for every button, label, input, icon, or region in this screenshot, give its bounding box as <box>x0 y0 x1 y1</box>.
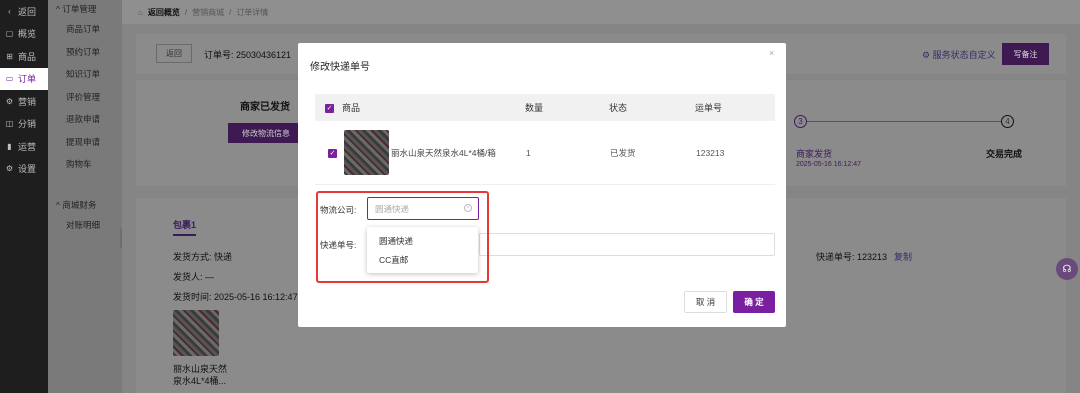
submenu-item-knowledge-orders[interactable]: 知识订单 <box>48 63 122 86</box>
step-4-circle: 4 <box>1001 115 1014 128</box>
shop-icon: ⊞ <box>6 51 13 61</box>
step-3-circle: 3 <box>794 115 807 128</box>
select-all-checkbox[interactable]: ✓ <box>325 104 334 113</box>
step-4-label: 交易完成 <box>986 149 1023 159</box>
order-status-title: 商家已发货 <box>240 102 290 113</box>
tracking-input[interactable] <box>479 233 775 256</box>
close-icon[interactable]: × <box>769 48 774 58</box>
breadcrumb: ⌂ 返回概览 / 营销商城 / 订单详情 <box>122 0 1080 24</box>
step-3-label: 商家发货 <box>796 149 833 159</box>
sidebar-item-label: 概览 <box>18 29 37 40</box>
distribution-icon: ◫ <box>5 119 14 129</box>
modal-title: 修改快递单号 <box>310 62 370 73</box>
sidebar-item-label: 返回 <box>18 6 37 17</box>
sidebar-item-label: 分销 <box>18 119 37 130</box>
product-name-line2: 泉水4L*4桶... <box>173 376 227 386</box>
service-status-link[interactable]: ⚙ 服务状态自定义 <box>922 48 996 61</box>
order-number: 订单号: 25030436121 <box>204 50 292 60</box>
column-product: 商品 <box>342 103 361 113</box>
cancel-button[interactable]: 取 消 <box>684 291 727 313</box>
highlight-box <box>316 191 489 283</box>
copy-link[interactable]: 复制 <box>894 250 912 263</box>
column-status: 状态 <box>609 103 628 113</box>
overview-icon: ▢ <box>5 29 14 39</box>
step-3-time: 2025-05-16 16:12:47 <box>796 161 861 168</box>
sidebar-item-label: 营销 <box>18 96 37 107</box>
sidebar-item-orders[interactable]: ▭ 订单 <box>0 67 48 90</box>
write-note-button[interactable]: 写备注 <box>1002 43 1049 65</box>
tracking-number: 快递单号: 123213 <box>816 252 888 262</box>
modify-tracking-modal: 修改快递单号 × ✓ 商品 数量 状态 运单号 ✓ 丽水山泉天然泉水4L*4桶/… <box>298 43 786 327</box>
row-tracking: 123213 <box>696 147 725 158</box>
back-icon: ‹ <box>8 6 11 16</box>
confirm-button[interactable]: 确 定 <box>733 291 775 313</box>
breadcrumb-level2: 订单详情 <box>236 7 269 17</box>
sidebar-item-settings[interactable]: ⚙ 设置 <box>0 158 48 181</box>
sidebar-item-back[interactable]: ‹ 返回 <box>0 0 48 23</box>
product-thumbnail <box>344 130 389 175</box>
submenu-group-orders[interactable]: ^ 订单管理 <box>48 0 122 18</box>
chevron-up-icon: ^ <box>56 4 60 14</box>
submenu-item-reviews[interactable]: 评价管理 <box>48 86 122 109</box>
submenu-item-cart[interactable]: 购物车 <box>48 153 122 176</box>
breadcrumb-home[interactable]: 返回概览 <box>148 7 180 18</box>
tab-package-1[interactable]: 包裹1 <box>173 218 197 236</box>
table-row: ✓ 丽水山泉天然泉水4L*4桶/箱 1 已发货 123213 <box>315 121 775 185</box>
row-checkbox[interactable]: ✓ <box>328 149 337 158</box>
marketing-icon: ⚙ <box>5 96 14 106</box>
column-qty: 数量 <box>525 103 544 113</box>
modify-logistics-button[interactable]: 修改物流信息 <box>228 123 304 143</box>
submenu-group-finance[interactable]: ^ 商城财务 <box>48 196 122 214</box>
sidebar-item-products[interactable]: ⊞ 商品 <box>0 45 48 68</box>
table-header: ✓ 商品 数量 状态 运单号 <box>315 94 775 121</box>
home-icon: ⌂ <box>138 7 143 17</box>
submenu-group-label: 订单管理 <box>62 4 97 14</box>
gear-icon: ⚙ <box>922 50 933 60</box>
settings-icon: ⚙ <box>5 164 14 174</box>
customer-service-icon[interactable]: ☊ <box>1056 258 1078 280</box>
chevron-up-icon: ^ <box>56 199 60 210</box>
order-icon: ▭ <box>5 74 14 84</box>
submenu-item-booking-orders[interactable]: 预约订单 <box>48 41 122 64</box>
submenu-item-withdrawals[interactable]: 提现申请 <box>48 131 122 154</box>
submenu-item-refunds[interactable]: 退款申请 <box>48 108 122 131</box>
sidebar-item-marketing[interactable]: ⚙ 营销 <box>0 90 48 113</box>
back-button[interactable]: 返回 <box>156 44 192 63</box>
step-connector <box>807 121 1001 122</box>
breadcrumb-level1[interactable]: 营销商城 <box>192 7 224 18</box>
column-tracking: 运单号 <box>695 103 723 113</box>
submenu-item-goods-orders[interactable]: 商品订单 <box>48 18 122 41</box>
row-status: 已发货 <box>610 147 636 158</box>
breadcrumb-separator: / <box>184 7 188 17</box>
sidebar-item-label: 商品 <box>18 51 37 62</box>
sidebar-item-label: 设置 <box>18 164 37 175</box>
submenu-item-reconciliation[interactable]: 对账明细 <box>48 214 122 237</box>
shipper: 发货人: — <box>173 272 215 282</box>
service-status-label: 服务状态自定义 <box>932 50 996 60</box>
submenu-group-label: 商城财务 <box>62 199 97 210</box>
submenu: ^ 订单管理 商品订单 预约订单 知识订单 评价管理 退款申请 提现申请 购物车… <box>48 0 122 393</box>
ship-method: 发货方式: 快递 <box>173 252 233 262</box>
product-name: 丽水山泉天然泉水4L*4桶/箱 <box>391 147 496 158</box>
sidebar-item-label: 运营 <box>18 141 37 152</box>
operations-icon: ▮ <box>7 141 12 151</box>
sidebar-item-overview[interactable]: ▢ 概览 <box>0 23 48 46</box>
row-qty: 1 <box>526 147 531 158</box>
product-thumbnail <box>173 310 219 356</box>
sidebar-item-label: 订单 <box>18 74 37 85</box>
ship-time: 发货时间: 2025-05-16 16:12:47 <box>173 292 298 302</box>
sidebar: ‹ 返回 ▢ 概览 ⊞ 商品 ▭ 订单 ⚙ 营销 ◫ 分销 ▮ 运营 ⚙ 设置 <box>0 0 48 393</box>
sidebar-item-operations[interactable]: ▮ 运营 <box>0 135 48 158</box>
sidebar-item-distribution[interactable]: ◫ 分销 <box>0 113 48 136</box>
breadcrumb-separator: / <box>229 7 232 17</box>
